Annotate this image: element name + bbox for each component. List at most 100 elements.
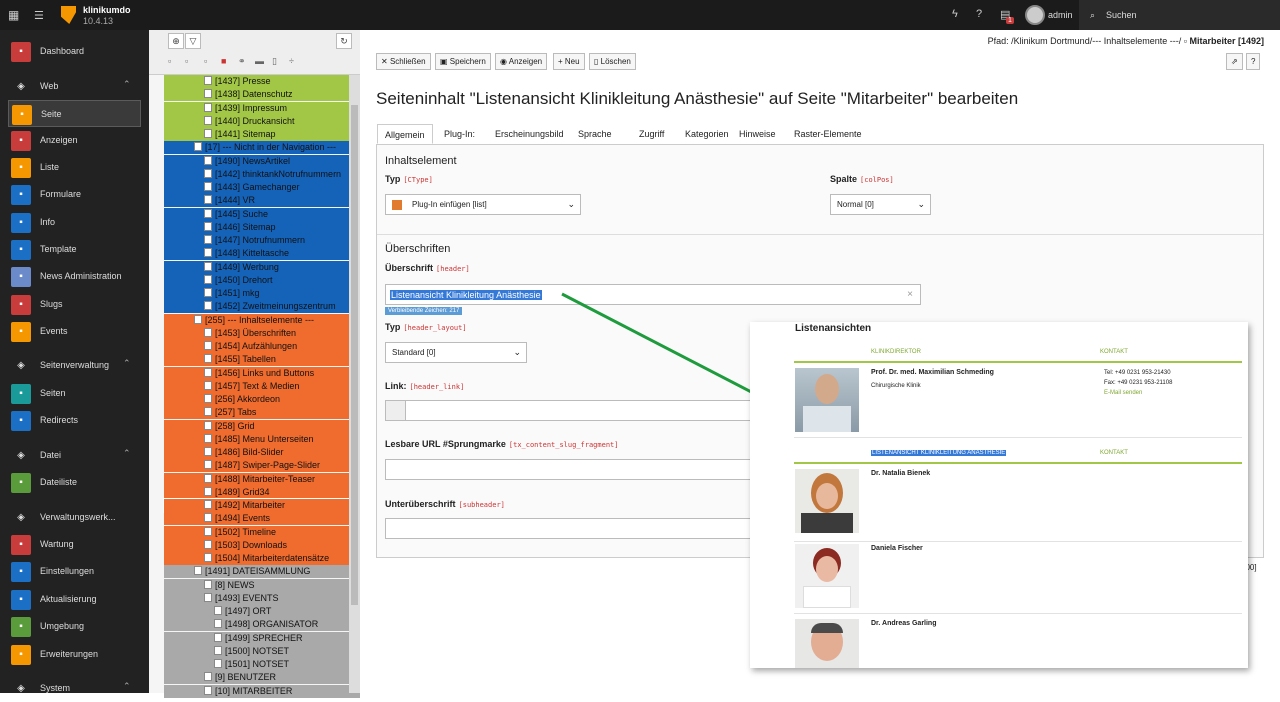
module-erweiterungen[interactable]: ▪ Erweiterungen xyxy=(0,641,149,668)
tree-item[interactable]: [1490] NewsArtikel xyxy=(164,154,360,168)
module-wartung[interactable]: ▪ Wartung xyxy=(0,531,149,558)
tree-item[interactable]: [1437] Presse xyxy=(164,75,360,88)
module-redirects[interactable]: ▪ Redirects xyxy=(0,407,149,434)
search-button[interactable]: ⌕ Suchen xyxy=(1079,0,1280,30)
tree-item[interactable]: [1439] Impressum xyxy=(164,101,360,115)
module-umgebung[interactable]: ▪ Umgebung xyxy=(0,613,149,640)
module-web[interactable]: ◈ Web ⌃ xyxy=(0,73,149,100)
module-dashboard[interactable]: ▪ Dashboard xyxy=(0,38,149,65)
module-formulare[interactable]: ▪ Formulare xyxy=(0,181,149,208)
tree-item[interactable]: [1453] Überschriften xyxy=(164,326,360,340)
header-link-input[interactable] xyxy=(405,400,751,421)
tree-item[interactable]: [1498] ORGANISATOR xyxy=(164,618,360,632)
tab-plug-in[interactable]: Plug-In: xyxy=(437,124,482,144)
ctype-select[interactable]: Plug-In einfügen [list] ⌄ xyxy=(385,194,581,215)
tree-item[interactable]: [1485] Menu Unterseiten xyxy=(164,432,360,446)
header-layout-select[interactable]: Standard [0] ⌄ xyxy=(385,342,527,363)
tree-item[interactable]: [1455] Tabellen xyxy=(164,353,360,367)
tree-item[interactable]: [17] --- Nicht in der Navigation --- xyxy=(164,141,360,155)
tab-raster-elemente[interactable]: Raster-Elemente xyxy=(787,124,869,144)
tree-item[interactable]: [1457] Text & Medien xyxy=(164,379,360,393)
header-input[interactable]: Listenansicht Klinikleitung Anästhesie × xyxy=(385,284,921,305)
new-page-icon[interactable]: ⊕ xyxy=(168,33,184,49)
tree-item[interactable]: [1444] VR xyxy=(164,194,360,208)
tree-item[interactable]: [1443] Gamechanger xyxy=(164,181,360,194)
module-aktualisierung[interactable]: ▪ Aktualisierung xyxy=(0,586,149,613)
module-slugs[interactable]: ▪ Slugs xyxy=(0,291,149,318)
filter-icon[interactable]: ▽ xyxy=(185,33,201,49)
tree-item[interactable]: [1488] Mitarbeiter-Teaser xyxy=(164,472,360,486)
tree-item[interactable]: [1489] Grid34 xyxy=(164,485,360,499)
list-toggle-icon[interactable]: ☰ xyxy=(34,9,44,22)
tree-item[interactable]: [1440] Druckansicht xyxy=(164,114,360,128)
tab-erscheinungsbild[interactable]: Erscheinungsbild xyxy=(488,124,571,144)
module-info[interactable]: ▪ Info xyxy=(0,209,149,236)
flash-icon[interactable]: ϟ xyxy=(952,8,958,20)
page-type-backend-icon[interactable]: ▫ xyxy=(185,56,188,66)
tree-item[interactable]: [8] NEWS xyxy=(164,578,360,592)
page-type-shortcut-icon[interactable]: ▫ xyxy=(204,56,207,66)
tree-item[interactable]: [1499] SPRECHER xyxy=(164,631,360,645)
page-type-folder-icon[interactable]: ▬ xyxy=(255,56,264,66)
tree-item[interactable]: [1497] ORT xyxy=(164,605,360,618)
slug-input[interactable] xyxy=(385,459,751,480)
tab-zugriff[interactable]: Zugriff xyxy=(632,124,671,144)
open-new-window-icon[interactable]: ⇗ xyxy=(1226,53,1243,70)
tree-item[interactable]: [1442] thinktankNotrufnummern xyxy=(164,167,360,181)
page-type-link-icon[interactable]: ⚭ xyxy=(238,56,246,67)
chevron-up-icon[interactable]: ⌃ xyxy=(123,358,131,369)
module-events[interactable]: ▪ Events xyxy=(0,318,149,345)
module-system[interactable]: ◈ System ⌃ xyxy=(0,675,149,702)
module-verwaltungswerk[interactable]: ◈ Verwaltungswerk... xyxy=(0,504,149,531)
user-name[interactable]: admin xyxy=(1048,10,1073,20)
module-news-administration[interactable]: ▪ News Administration xyxy=(0,263,149,290)
link-browse-button[interactable] xyxy=(385,400,406,421)
page-type-recycler-icon[interactable]: ▯ xyxy=(272,56,277,67)
refresh-icon[interactable]: ↻ xyxy=(336,33,352,49)
clear-icon[interactable]: × xyxy=(907,289,913,300)
tree-item[interactable]: [256] Akkordeon xyxy=(164,393,360,406)
tree-item[interactable]: [1500] NOTSET xyxy=(164,644,360,658)
new-button[interactable]: + Neu xyxy=(553,53,585,70)
page-type-spacer-icon[interactable]: ÷ xyxy=(289,56,294,66)
tree-item[interactable]: [1487] Swiper-Page-Slider xyxy=(164,459,360,473)
tree-item[interactable]: [258] Grid xyxy=(164,419,360,433)
tree-scrollbar[interactable] xyxy=(349,75,360,693)
help-button[interactable]: ? xyxy=(1246,53,1261,70)
tree-item[interactable]: [1452] Zweitmeinungszentrum xyxy=(164,300,360,314)
tree-item[interactable]: [1446] Sitemap xyxy=(164,220,360,234)
tab-allgemein[interactable]: Allgemein xyxy=(377,124,433,144)
tree-item[interactable]: [1450] Drehort xyxy=(164,273,360,287)
apps-grid-icon[interactable]: ▦ xyxy=(8,9,20,21)
module-dateiliste[interactable]: ▪ Dateiliste xyxy=(0,469,149,496)
colpos-select[interactable]: Normal [0] ⌄ xyxy=(830,194,931,215)
help-icon[interactable]: ? xyxy=(976,8,982,20)
module-seitenverwaltung[interactable]: ◈ Seitenverwaltung ⌃ xyxy=(0,352,149,379)
delete-button[interactable]: ▯ Löschen xyxy=(589,53,636,70)
save-button[interactable]: ▣ Speichern xyxy=(435,53,491,70)
avatar[interactable] xyxy=(1025,5,1045,25)
module-seiten[interactable]: ▪ Seiten xyxy=(0,380,149,407)
tree-item[interactable]: [1438] Datenschutz xyxy=(164,88,360,102)
close-button[interactable]: ✕ Schließen xyxy=(376,53,431,70)
tree-item[interactable]: [255] --- Inhaltselemente --- xyxy=(164,313,360,327)
typo3-logo-icon[interactable] xyxy=(61,6,76,24)
tree-item[interactable]: [1449] Werbung xyxy=(164,260,360,274)
tab-kategorien[interactable]: Kategorien xyxy=(678,124,736,144)
tree-item[interactable]: [1494] Events xyxy=(164,512,360,526)
tree-item[interactable]: [1445] Suche xyxy=(164,207,360,221)
module-datei[interactable]: ◈ Datei ⌃ xyxy=(0,442,149,469)
chevron-up-icon[interactable]: ⌃ xyxy=(123,681,131,692)
chevron-up-icon[interactable]: ⌃ xyxy=(123,79,131,90)
tree-item[interactable]: [1501] NOTSET xyxy=(164,658,360,671)
tree-item[interactable]: [1493] EVENTS xyxy=(164,591,360,605)
tree-item[interactable]: [1454] Aufzählungen xyxy=(164,340,360,353)
tab-hinweise[interactable]: Hinweise xyxy=(732,124,783,144)
tree-item[interactable]: [1491] DATEISAMMLUNG xyxy=(164,565,360,579)
view-button[interactable]: ◉ Anzeigen xyxy=(495,53,548,70)
page-type-mountpoint-icon[interactable]: ■ xyxy=(221,56,226,66)
tree-item[interactable]: [1447] Notrufnummern xyxy=(164,234,360,247)
tree-item[interactable]: [1504] Mitarbeiterdatensätze xyxy=(164,552,360,565)
module-anzeigen[interactable]: ▪ Anzeigen xyxy=(0,127,149,154)
module-template[interactable]: ▪ Template xyxy=(0,236,149,263)
